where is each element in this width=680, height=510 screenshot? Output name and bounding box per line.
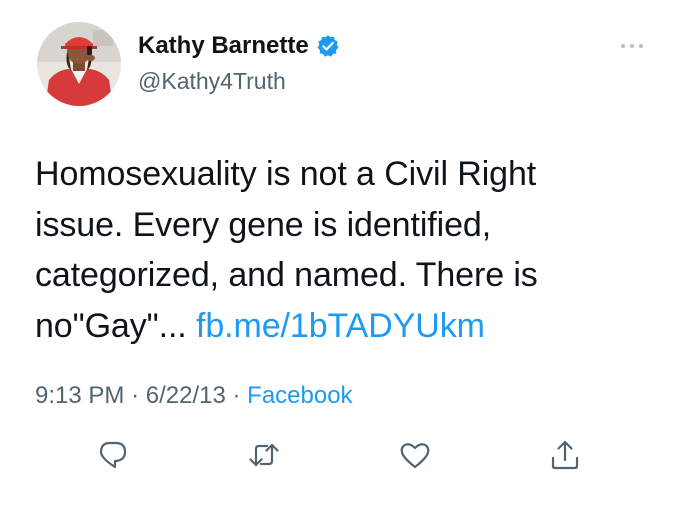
tweet-text-line: no"Gay"... fb.me/1bTADYUkm: [35, 301, 655, 352]
tweet-source[interactable]: Facebook: [247, 382, 352, 409]
avatar[interactable]: [37, 22, 121, 106]
meta-separator: ·: [131, 382, 140, 409]
tweet-link[interactable]: fb.me/1bTADYUkm: [196, 307, 485, 345]
tweet-time[interactable]: 9:13 PM: [35, 382, 124, 409]
reply-icon[interactable]: [96, 438, 130, 472]
more-options-icon[interactable]: [617, 36, 647, 56]
tweet-date[interactable]: 6/22/13: [146, 382, 226, 409]
tweet-meta: 9:13 PM · 6/22/13 · Facebook: [35, 382, 353, 410]
verified-badge-icon: [316, 34, 340, 58]
meta-separator: ·: [232, 382, 241, 409]
tweet-card: Kathy Barnette @Kathy4Truth Homosexualit…: [0, 0, 680, 510]
author-handle[interactable]: @Kathy4Truth: [138, 68, 286, 95]
tweet-text: Homosexuality is not a Civil Right issue…: [35, 149, 655, 351]
tweet-text-fragment: no"Gay"...: [35, 306, 187, 345]
like-icon[interactable]: [398, 438, 432, 472]
tweet-text-line: Homosexuality is not a Civil Right: [35, 155, 537, 193]
author-row: Kathy Barnette: [138, 32, 340, 60]
tweet-text-line: issue. Every gene is identified,: [35, 205, 492, 244]
share-icon[interactable]: [548, 438, 582, 472]
tweet-text-line: categorized, and named. There is: [35, 256, 538, 294]
author-name[interactable]: Kathy Barnette: [138, 32, 309, 60]
retweet-icon[interactable]: [247, 438, 281, 472]
